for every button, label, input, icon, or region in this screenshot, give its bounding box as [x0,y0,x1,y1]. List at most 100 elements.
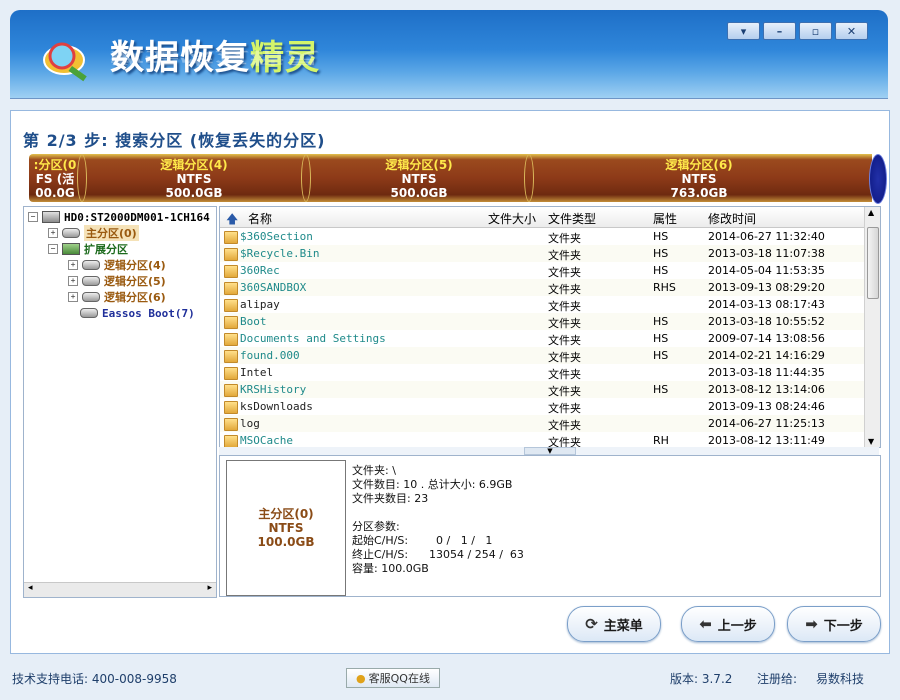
file-cell-name: MSOCache [240,434,293,447]
scroll-right-icon[interactable]: ▸ [207,583,212,593]
scroll-down-icon[interactable]: ▼ [868,437,874,446]
close-button[interactable]: ✕ [835,22,868,40]
column-header-attr[interactable]: 属性 [653,210,677,227]
file-cell-type: 文件夹 [548,334,581,347]
file-cell-attr: HS [653,230,669,243]
collapse-icon[interactable]: − [28,212,38,222]
column-header-name[interactable]: 名称 [248,210,272,227]
folder-icon [224,384,238,397]
tree-item-logical-5[interactable]: + 逻辑分区(5) [68,273,166,289]
file-cell-name: alipay [240,298,280,311]
expand-icon[interactable]: + [68,276,78,286]
column-header-mtime[interactable]: 修改时间 [708,210,756,227]
file-list: 🡅 名称 文件大小 文件类型 属性 修改时间 $360Section 文件夹 HS 2… [219,206,881,448]
info-capacity: 容量: 100.0GB [352,562,429,575]
file-cell-mtime: 2013-09-13 08:29:20 [708,281,825,294]
info-end-chs: 终止C/H/S: 13054 / 254 / 63 [352,548,524,561]
arrow-left-icon: ⬅ [699,615,712,633]
partition-segment-6[interactable]: 逻辑分区(6) NTFS 763.0GB [534,154,864,202]
folder-icon [224,299,238,312]
disk-label: HD0:ST2000DM001-1CH164 [64,210,210,224]
partition-tree: − HD0:ST2000DM001-1CH164 + 主分区(0) − 扩展分区… [23,206,217,598]
scroll-left-icon[interactable]: ◂ [28,583,33,593]
file-cell-mtime: 2014-02-21 14:16:29 [708,349,825,362]
drive-icon [82,276,100,286]
table-row[interactable]: ksDownloads 文件夹 2013-09-13 08:24:46 [220,398,865,415]
pane-splitter[interactable]: ▼ [219,447,879,455]
next-step-button[interactable]: ➡ 下一步 [787,606,881,642]
main-menu-button[interactable]: ⟳ 主菜单 [567,606,661,642]
tree-item-boot[interactable]: Eassos Boot(7) [80,305,195,321]
tree-item-logical-4[interactable]: + 逻辑分区(4) [68,257,166,273]
tree-item-primary[interactable]: + 主分区(0) [48,225,139,241]
tree-item-disk[interactable]: − HD0:ST2000DM001-1CH164 [28,209,210,225]
folder-icon [224,316,238,329]
file-cell-type: 文件夹 [548,436,581,448]
partition-summary-name: 主分区(0) [258,507,314,521]
drive-icon [82,260,100,270]
extended-partition-icon [62,243,80,255]
tree-item-extended[interactable]: − 扩展分区 [48,241,128,257]
minimize-button[interactable]: – [763,22,796,40]
partition-segment-5[interactable]: 逻辑分区(5) NTFS 500.0GB [309,154,529,202]
step-title: 第 2/3 步: 搜索分区 (恢复丢失的分区) [23,131,326,150]
maximize-button[interactable]: ▫ [799,22,832,40]
window-controls: ▾ – ▫ ✕ [727,22,868,40]
folder-icon [224,265,238,278]
file-cell-name: $360Section [240,230,313,243]
file-cell-attr: RHS [653,281,676,294]
partition-summary-size: 100.0GB [257,535,315,549]
table-row[interactable]: Documents and Settings 文件夹 HS 2009-07-14 13… [220,330,865,347]
partition-separator [524,154,534,202]
expand-icon[interactable]: + [48,228,58,238]
folder-icon [224,282,238,295]
scroll-up-icon[interactable]: ▲ [868,208,874,217]
file-cell-attr: HS [653,264,669,277]
file-cell-name: KRSHistory [240,383,307,396]
file-list-vertical-scrollbar[interactable]: ▲ ▼ [864,207,880,447]
registered-to: 易数科技 [816,672,865,686]
tree-horizontal-scrollbar[interactable]: ◂ ▸ [24,582,216,597]
drive-icon [62,228,80,238]
table-row[interactable]: 360SANDBOX 文件夹 RHS 2013-09-13 08:29:20 [220,279,865,296]
collapse-icon[interactable]: − [48,244,58,254]
table-row[interactable]: found.000 文件夹 HS 2014-02-21 14:16:29 [220,347,865,364]
table-row[interactable]: MSOCache 文件夹 RH 2013-08-12 13:11:49 [220,432,865,448]
file-cell-name: found.000 [240,349,300,362]
version-label: 版本: 3.7.2 [670,672,733,686]
tree-item-logical-6[interactable]: + 逻辑分区(6) [68,289,166,305]
dropdown-menu-button[interactable]: ▾ [727,22,760,40]
partition-info: 文件夹: \ 文件数目: 10 . 总计大小: 6.9GB 文件夹数目: 23 分区参… [352,464,524,576]
table-row[interactable]: Boot 文件夹 HS 2013-03-18 10:55:52 [220,313,865,330]
table-row[interactable]: Intel 文件夹 2013-03-18 11:44:35 [220,364,865,381]
column-header-size[interactable]: 文件大小 [488,210,536,227]
file-cell-name: ksDownloads [240,400,313,413]
prev-step-button[interactable]: ⬅ 上一步 [681,606,775,642]
column-header-type[interactable]: 文件类型 [548,210,596,227]
partition-segment-0[interactable]: :分区(0 FS (活 00.0G [29,154,81,202]
partition-bar-end-cap [869,154,887,204]
partition-segment-4[interactable]: 逻辑分区(4) NTFS 500.0GB [84,154,304,202]
table-row[interactable]: alipay 文件夹 2014-03-13 08:17:43 [220,296,865,313]
expand-icon[interactable]: + [68,260,78,270]
table-row[interactable]: log 文件夹 2014-06-27 11:25:13 [220,415,865,432]
splitter-grip-icon[interactable]: ▼ [524,447,576,455]
file-cell-type: 文件夹 [548,368,581,381]
main-panel: 第 2/3 步: 搜索分区 (恢复丢失的分区) :分区(0 FS (活 00.0… [10,110,890,654]
file-cell-type: 文件夹 [548,419,581,432]
file-cell-mtime: 2013-03-18 10:55:52 [708,315,825,328]
table-row[interactable]: KRSHistory 文件夹 HS 2013-08-12 13:14:06 [220,381,865,398]
folder-icon [224,350,238,363]
info-start-chs: 起始C/H/S: 0 / 1 / 1 [352,534,493,547]
file-cell-attr: RH [653,434,669,447]
extended-partition-label: 扩展分区 [84,243,128,256]
file-cell-type: 文件夹 [548,351,581,364]
file-cell-name: $Recycle.Bin [240,247,320,260]
expand-icon[interactable]: + [68,292,78,302]
table-row[interactable]: $Recycle.Bin 文件夹 HS 2013-03-18 11:07:38 [220,245,865,262]
qq-support-button[interactable]: ● 客服QQ在线 [346,668,440,688]
partition-detail: 主分区(0) NTFS 100.0GB 文件夹: \ 文件数目: 10 . 总计大… [219,455,881,597]
table-row[interactable]: $360Section 文件夹 HS 2014-06-27 11:32:40 [220,228,865,245]
scroll-thumb[interactable] [867,227,879,299]
table-row[interactable]: 360Rec 文件夹 HS 2014-05-04 11:53:35 [220,262,865,279]
